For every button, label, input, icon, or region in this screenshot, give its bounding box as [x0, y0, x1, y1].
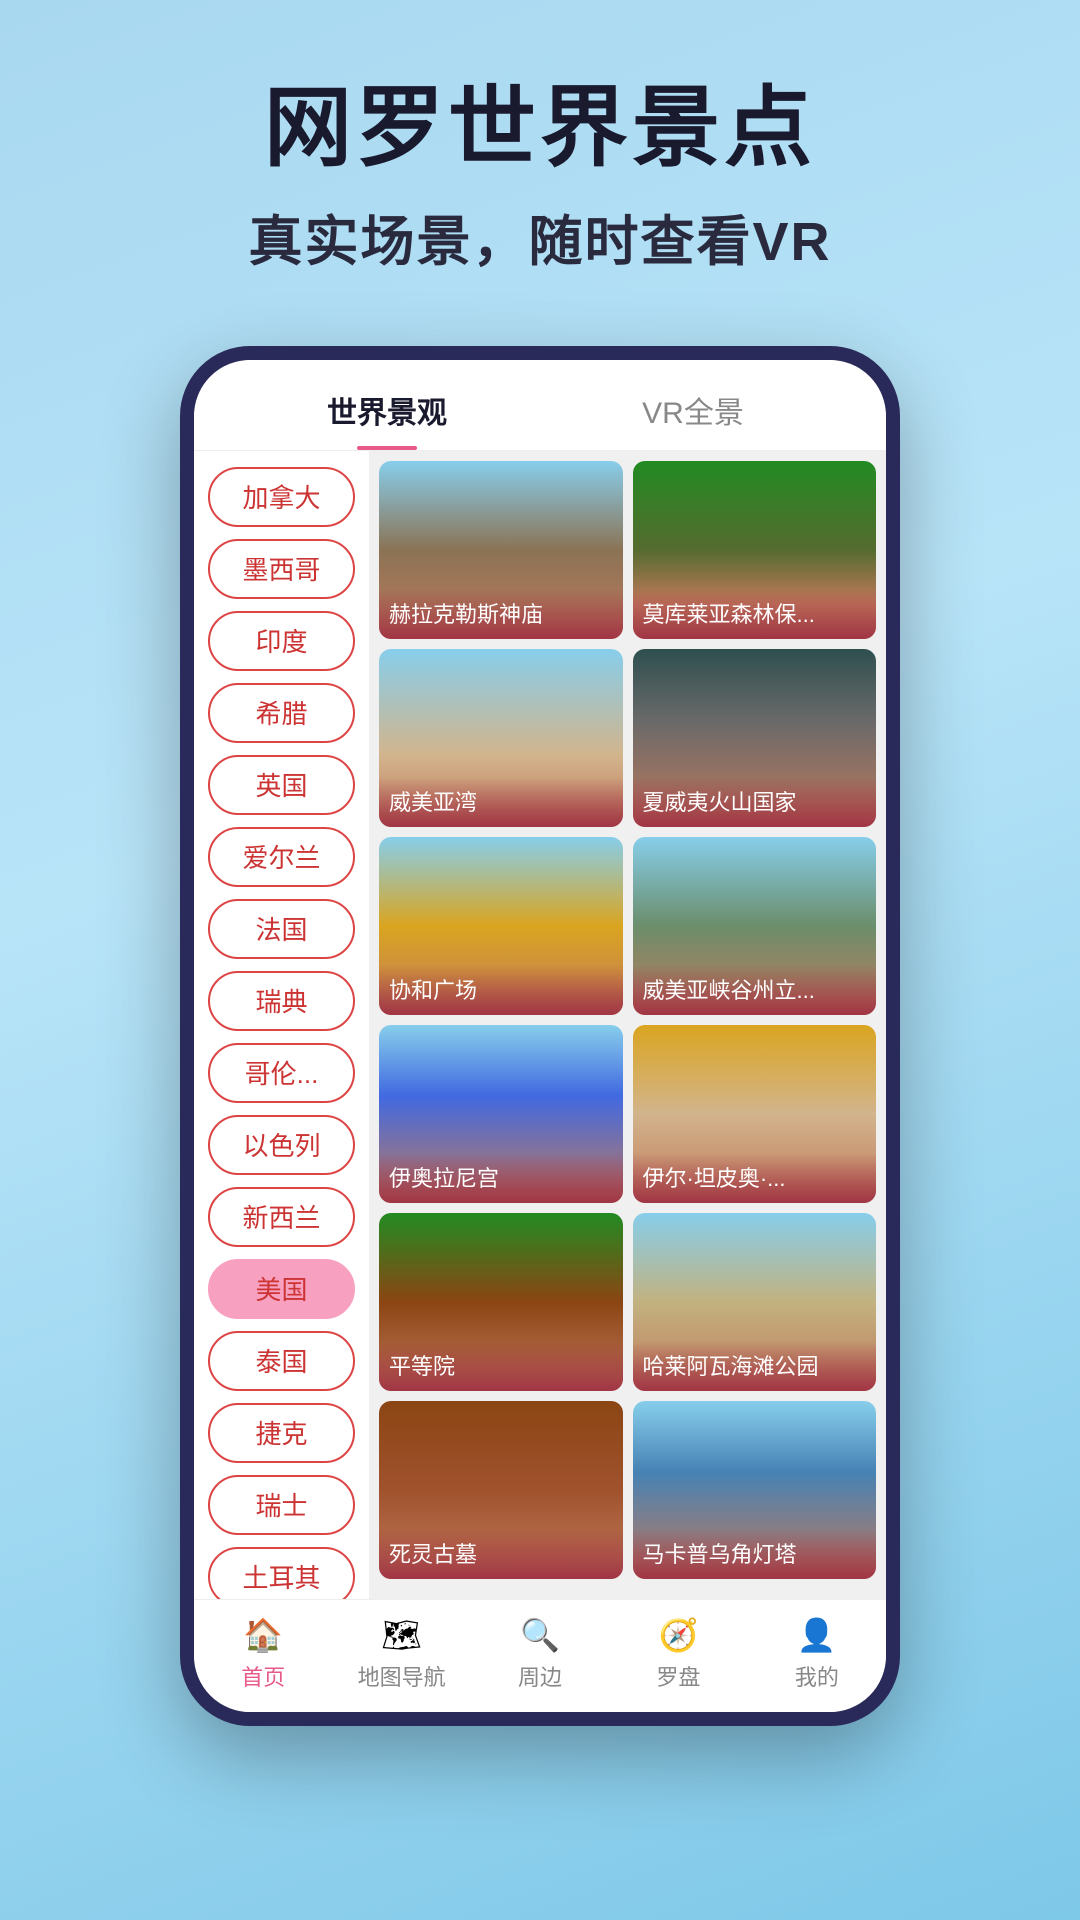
attraction-label-iolani: 伊奥拉尼宫	[379, 1153, 623, 1203]
sidebar-item-thailand[interactable]: 泰国	[208, 1331, 355, 1391]
sidebar-item-ireland[interactable]: 爱尔兰	[208, 827, 355, 887]
attraction-label-byodoin: 平等院	[379, 1341, 623, 1391]
phone-wrapper: 世界景观 VR全景 加拿大墨西哥印度希腊英国爱尔兰法国瑞典哥伦... 以色列新西兰…	[0, 346, 1080, 1746]
compass-icon: 🧭	[659, 1616, 699, 1654]
attraction-cell-concordia[interactable]: 协和广场	[379, 837, 623, 1015]
attraction-cell-deadtomb[interactable]: 死灵古墓	[379, 1401, 623, 1579]
grid-row: 协和广场威美亚峡谷州立...	[379, 837, 876, 1015]
sidebar-item-usa[interactable]: 美国	[208, 1259, 355, 1319]
grid-row: 赫拉克勒斯神庙莫库莱亚森林保...	[379, 461, 876, 639]
grid-row: 伊奥拉尼宫伊尔·坦皮奥·...	[379, 1025, 876, 1203]
grid-row: 威美亚湾夏威夷火山国家	[379, 649, 876, 827]
sidebar-item-turkey[interactable]: 土耳其	[208, 1547, 355, 1599]
attraction-grid: 赫拉克勒斯神庙莫库莱亚森林保...威美亚湾夏威夷火山国家协和广场威美亚峡谷州立.…	[369, 451, 886, 1599]
attraction-label-halawa: 哈莱阿瓦海滩公园	[633, 1341, 877, 1391]
hero-section: 网罗世界景点 真实场景，随时查看VR	[0, 0, 1080, 316]
hero-subtitle: 真实场景，随时查看VR	[60, 197, 1020, 276]
nav-item-mine[interactable]: 👤 我的	[748, 1616, 886, 1692]
attraction-label-hawaii-volcano: 夏威夷火山国家	[633, 777, 877, 827]
attraction-cell-waimea-canyon[interactable]: 威美亚峡谷州立...	[633, 837, 877, 1015]
attraction-label-deadtomb: 死灵古墓	[379, 1529, 623, 1579]
attraction-cell-hawaii-volcano[interactable]: 夏威夷火山国家	[633, 649, 877, 827]
attraction-cell-heracleia[interactable]: 赫拉克勒斯神庙	[379, 461, 623, 639]
nav-item-compass[interactable]: 🧭 罗盘	[609, 1616, 747, 1692]
sidebar-item-sweden[interactable]: 瑞典	[208, 971, 355, 1031]
grid-row: 死灵古墓马卡普乌角灯塔	[379, 1401, 876, 1579]
grid-row: 平等院哈莱阿瓦海滩公园	[379, 1213, 876, 1391]
country-sidebar: 加拿大墨西哥印度希腊英国爱尔兰法国瑞典哥伦... 以色列新西兰美国泰国捷克瑞士土耳…	[194, 451, 369, 1599]
nav-item-home[interactable]: 🏠 首页	[194, 1616, 332, 1692]
attraction-cell-elpitao[interactable]: 伊尔·坦皮奥·...	[633, 1025, 877, 1203]
nav-item-map[interactable]: 🗺 地图导航	[332, 1616, 470, 1692]
attraction-cell-iolani[interactable]: 伊奥拉尼宫	[379, 1025, 623, 1203]
sidebar-item-canada[interactable]: 加拿大	[208, 467, 355, 527]
attraction-label-waimea-canyon: 威美亚峡谷州立...	[633, 965, 877, 1015]
nav-item-nearby[interactable]: 🔍 周边	[471, 1616, 609, 1692]
tabs-row: 世界景观 VR全景	[194, 360, 886, 451]
attraction-label-heracleia: 赫拉克勒斯神庙	[379, 589, 623, 639]
map-icon: 🗺	[381, 1616, 422, 1654]
attraction-cell-halawa[interactable]: 哈莱阿瓦海滩公园	[633, 1213, 877, 1391]
attraction-cell-makapu[interactable]: 马卡普乌角灯塔	[633, 1401, 877, 1579]
sidebar-item-nz[interactable]: 新西兰	[208, 1187, 355, 1247]
attraction-cell-waimea-bay[interactable]: 威美亚湾	[379, 649, 623, 827]
sidebar-item-colombia[interactable]: 哥伦...	[208, 1043, 355, 1103]
sidebar-item-czech[interactable]: 捷克	[208, 1403, 355, 1463]
mine-icon: 👤	[797, 1616, 837, 1654]
sidebar-item-greece[interactable]: 希腊	[208, 683, 355, 743]
hero-title: 网罗世界景点	[60, 80, 1020, 177]
phone-side-button-left	[180, 660, 188, 740]
sidebar-item-mexico[interactable]: 墨西哥	[208, 539, 355, 599]
attraction-label-makapu: 马卡普乌角灯塔	[633, 1529, 877, 1579]
attraction-label-concordia: 协和广场	[379, 965, 623, 1015]
sidebar-item-swiss[interactable]: 瑞士	[208, 1475, 355, 1535]
nav-label-map: 地图导航	[358, 1660, 446, 1692]
sidebar-item-france[interactable]: 法国	[208, 899, 355, 959]
attraction-label-mochulaiya: 莫库莱亚森林保...	[633, 589, 877, 639]
attraction-label-elpitao: 伊尔·坦皮奥·...	[633, 1153, 877, 1203]
content-area: 加拿大墨西哥印度希腊英国爱尔兰法国瑞典哥伦... 以色列新西兰美国泰国捷克瑞士土耳…	[194, 451, 886, 1599]
phone-frame: 世界景观 VR全景 加拿大墨西哥印度希腊英国爱尔兰法国瑞典哥伦... 以色列新西兰…	[180, 346, 900, 1726]
tab-vr-panorama[interactable]: VR全景	[540, 388, 846, 450]
nearby-icon: 🔍	[520, 1616, 560, 1654]
home-icon: 🏠	[243, 1616, 283, 1654]
bottom-navigation: 🏠 首页 🗺 地图导航 🔍 周边 🧭 罗盘 👤 我的	[194, 1599, 886, 1712]
sidebar-item-israel[interactable]: 以色列	[208, 1115, 355, 1175]
phone-side-button-right	[892, 620, 900, 720]
sidebar-item-india[interactable]: 印度	[208, 611, 355, 671]
tab-world-scenery[interactable]: 世界景观	[234, 388, 540, 450]
nav-label-compass: 罗盘	[656, 1660, 700, 1692]
attraction-cell-byodoin[interactable]: 平等院	[379, 1213, 623, 1391]
sidebar-item-uk[interactable]: 英国	[208, 755, 355, 815]
nav-label-home: 首页	[241, 1660, 285, 1692]
attraction-label-waimea-bay: 威美亚湾	[379, 777, 623, 827]
nav-label-nearby: 周边	[518, 1660, 562, 1692]
phone-inner: 世界景观 VR全景 加拿大墨西哥印度希腊英国爱尔兰法国瑞典哥伦... 以色列新西兰…	[194, 360, 886, 1712]
nav-label-mine: 我的	[795, 1660, 839, 1692]
attraction-cell-mochulaiya[interactable]: 莫库莱亚森林保...	[633, 461, 877, 639]
